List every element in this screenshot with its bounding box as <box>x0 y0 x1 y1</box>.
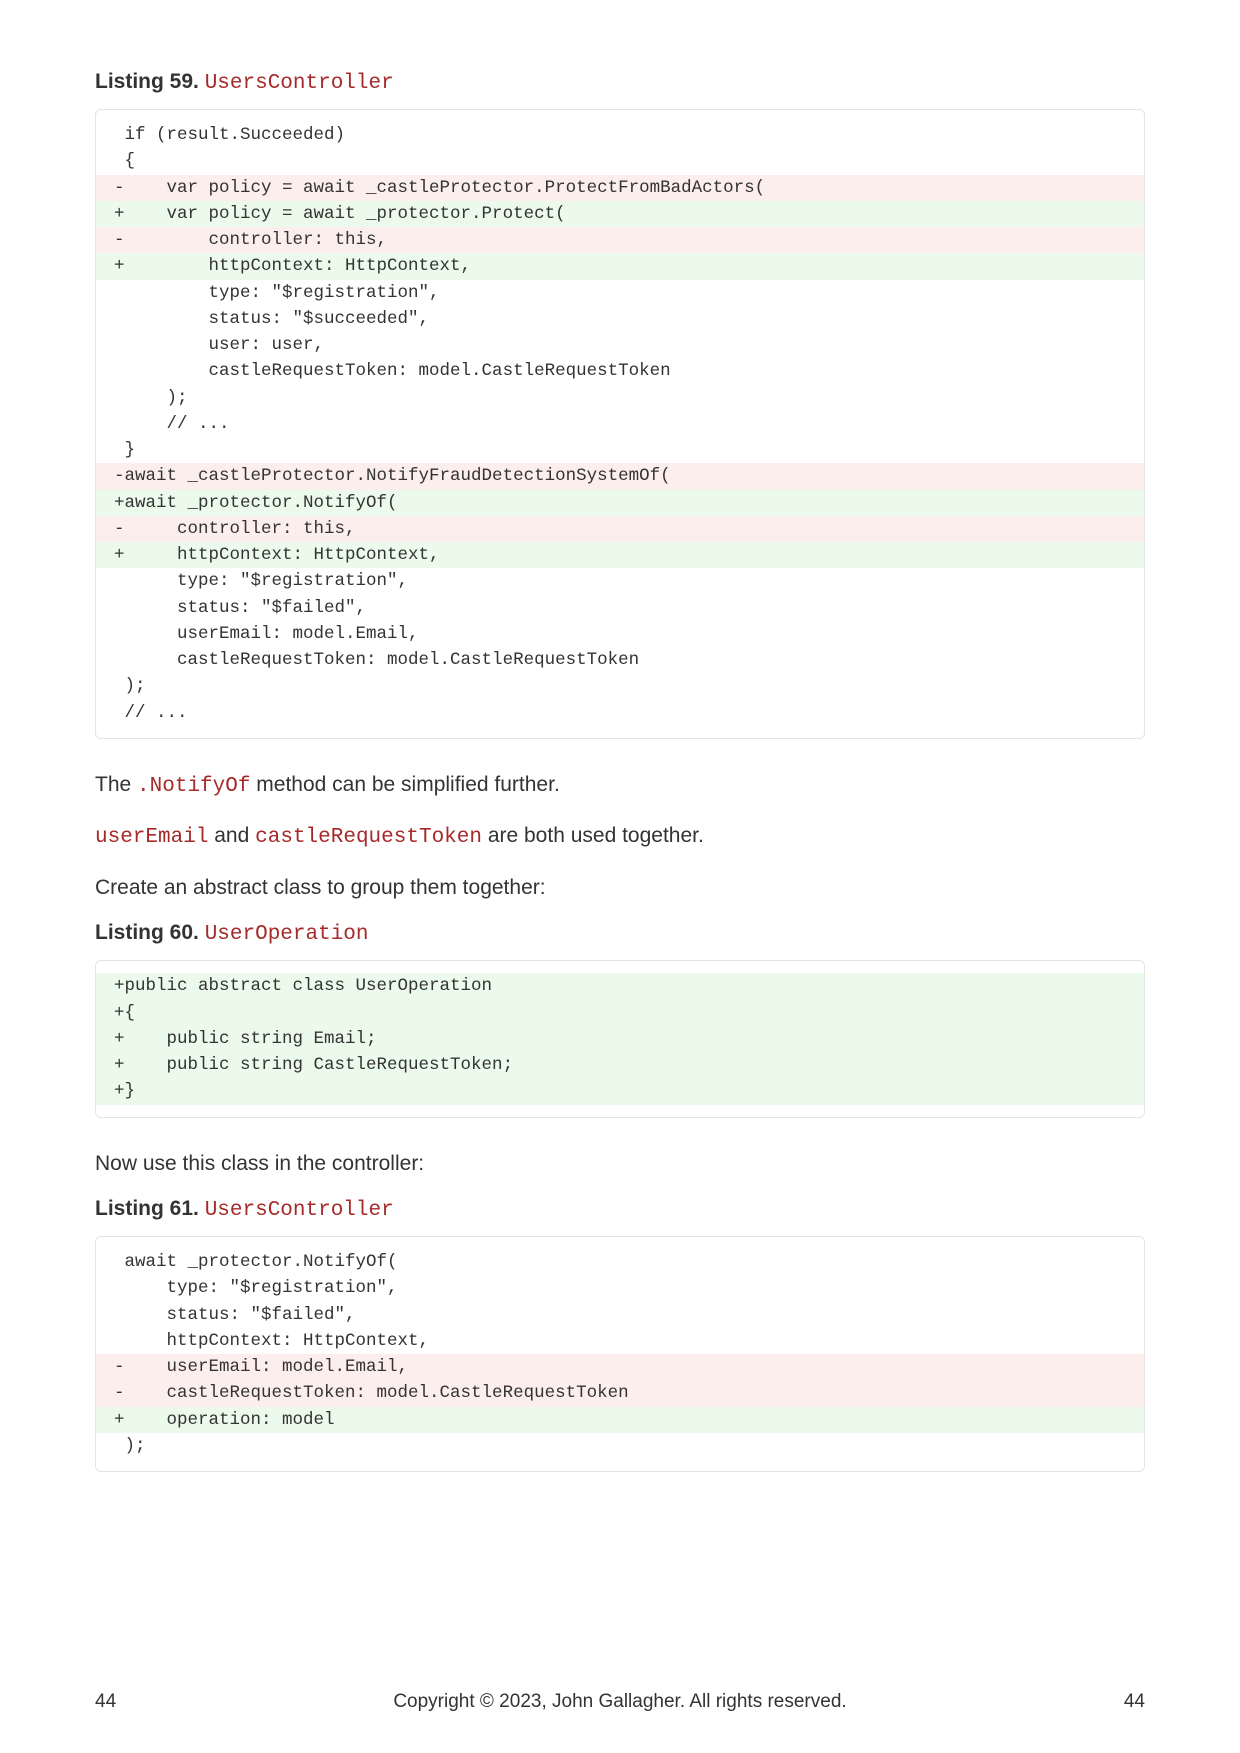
listing-label: Listing 61. <box>95 1197 205 1220</box>
code-line: status: "$succeeded", <box>96 306 1144 332</box>
code-line: ); <box>96 1433 1144 1459</box>
code-line: +} <box>96 1078 1144 1104</box>
code-line: + var policy = await _protector.Protect( <box>96 201 1144 227</box>
code-line: - var policy = await _castleProtector.Pr… <box>96 175 1144 201</box>
code-line: userEmail: model.Email, <box>96 621 1144 647</box>
code-line: + httpContext: HttpContext, <box>96 542 1144 568</box>
text: are both used together. <box>482 824 704 847</box>
code-line: ); <box>96 673 1144 699</box>
code-line: await _protector.NotifyOf( <box>96 1249 1144 1275</box>
listing-60-code: +public abstract class UserOperation+{+ … <box>95 960 1145 1117</box>
code-line: status: "$failed", <box>96 1302 1144 1328</box>
listing-61-title: Listing 61. UsersController <box>95 1197 1145 1222</box>
code-line: +await _protector.NotifyOf( <box>96 490 1144 516</box>
copyright: Copyright © 2023, John Gallagher. All ri… <box>393 1691 846 1713</box>
code-line: +public abstract class UserOperation <box>96 973 1144 999</box>
code-line: -await _castleProtector.NotifyFraudDetec… <box>96 463 1144 489</box>
paragraph-2: userEmail and castleRequestToken are bot… <box>95 820 1145 854</box>
listing-59-code: if (result.Succeeded) {- var policy = aw… <box>95 109 1145 739</box>
paragraph-3: Create an abstract class to group them t… <box>95 872 1145 904</box>
code-line: httpContext: HttpContext, <box>96 1328 1144 1354</box>
listing-61-code: await _protector.NotifyOf( type: "$regis… <box>95 1236 1145 1472</box>
text: method can be simplified further. <box>250 773 559 796</box>
listing-code-title: UsersController <box>205 72 394 95</box>
code-line: type: "$registration", <box>96 568 1144 594</box>
paragraph-1: The .NotifyOf method can be simplified f… <box>95 769 1145 803</box>
inline-code-castlerequesttoken: castleRequestToken <box>255 826 482 849</box>
inline-code-notifyof: .NotifyOf <box>137 775 250 798</box>
listing-label: Listing 60. <box>95 921 205 944</box>
listing-59-title: Listing 59. UsersController <box>95 70 1145 95</box>
code-line: { <box>96 148 1144 174</box>
code-line: - castleRequestToken: model.CastleReques… <box>96 1380 1144 1406</box>
code-line: + httpContext: HttpContext, <box>96 253 1144 279</box>
code-line: ); <box>96 385 1144 411</box>
text: and <box>208 824 255 847</box>
text: The <box>95 773 137 796</box>
code-line: castleRequestToken: model.CastleRequestT… <box>96 647 1144 673</box>
code-line: } <box>96 437 1144 463</box>
inline-code-useremail: userEmail <box>95 826 208 849</box>
code-line: type: "$registration", <box>96 1275 1144 1301</box>
listing-code-title: UsersController <box>205 1199 394 1222</box>
code-line: - controller: this, <box>96 516 1144 542</box>
listing-label: Listing 59. <box>95 70 205 93</box>
code-line: user: user, <box>96 332 1144 358</box>
code-line: - controller: this, <box>96 227 1144 253</box>
page: Listing 59. UsersController if (result.S… <box>0 0 1240 1753</box>
code-line: + public string Email; <box>96 1026 1144 1052</box>
listing-code-title: UserOperation <box>205 923 369 946</box>
code-line: type: "$registration", <box>96 280 1144 306</box>
code-line: + public string CastleRequestToken; <box>96 1052 1144 1078</box>
code-line: +{ <box>96 1000 1144 1026</box>
code-line: if (result.Succeeded) <box>96 122 1144 148</box>
code-line: status: "$failed", <box>96 595 1144 621</box>
code-line: + operation: model <box>96 1407 1144 1433</box>
code-line: // ... <box>96 411 1144 437</box>
page-number-right: 44 <box>1124 1691 1145 1713</box>
listing-60-title: Listing 60. UserOperation <box>95 921 1145 946</box>
page-number-left: 44 <box>95 1691 116 1713</box>
footer: 44 Copyright © 2023, John Gallagher. All… <box>95 1691 1145 1713</box>
code-line: castleRequestToken: model.CastleRequestT… <box>96 358 1144 384</box>
code-line: - userEmail: model.Email, <box>96 1354 1144 1380</box>
code-line: // ... <box>96 700 1144 726</box>
paragraph-4: Now use this class in the controller: <box>95 1148 1145 1180</box>
